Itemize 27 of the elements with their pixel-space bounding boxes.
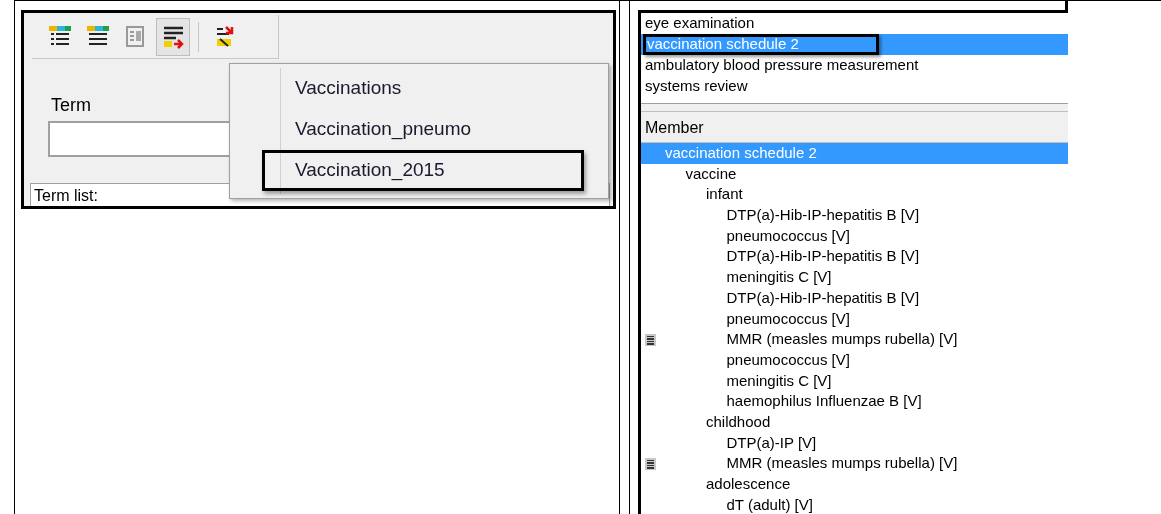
tree-item[interactable]: MMR (measles mumps rubella) [V]	[726, 329, 958, 350]
tree-item[interactable]: DTP(a)-Hib-IP-hepatitis B [V]	[726, 287, 920, 309]
list-label: Term list:	[34, 187, 98, 205]
list-item[interactable]: systems review	[645, 76, 748, 97]
menu-item[interactable]: Vaccinations	[262, 68, 584, 109]
tree-item[interactable]: infant	[706, 184, 743, 206]
menu-item[interactable]: Vaccination_2015	[262, 150, 584, 191]
column-header: Member	[641, 112, 1068, 143]
field-label: Term	[51, 94, 91, 117]
tree-item[interactable]: meningitis C [V]	[726, 267, 832, 288]
toolbar-button[interactable]	[156, 17, 190, 56]
tree-item[interactable]: pneumococcus [V]	[726, 349, 850, 371]
tree-item[interactable]: vaccine	[685, 163, 737, 185]
tree-item[interactable]: DTP(a)-Hib-IP-hepatitis B [V]	[726, 246, 920, 268]
tree-item[interactable]: pneumococcus [V]	[726, 225, 850, 247]
tree-item[interactable]: MMR (measles mumps rubella) [V]	[726, 453, 958, 474]
tree-item[interactable]: childhood	[706, 411, 771, 433]
list-item[interactable]: ambulatory blood pressure measurement	[645, 55, 919, 76]
tree-item[interactable]: dT (adult) [V]	[726, 494, 813, 514]
tree-item[interactable]: adolescence	[706, 474, 791, 495]
menu-item[interactable]: Vaccination_pneumo	[262, 109, 584, 150]
tree-item[interactable]: DTP(a)-IP [V]	[726, 432, 817, 454]
tree-item[interactable]: haemophilus Influenzae B [V]	[726, 391, 922, 412]
tree-item[interactable]: pneumococcus [V]	[726, 308, 850, 330]
tree-item[interactable]: meningitis C [V]	[726, 370, 832, 392]
tree-item[interactable]: DTP(a)-Hib-IP-hepatitis B [V]	[726, 205, 920, 226]
list-item[interactable]: eye examination	[645, 13, 755, 34]
